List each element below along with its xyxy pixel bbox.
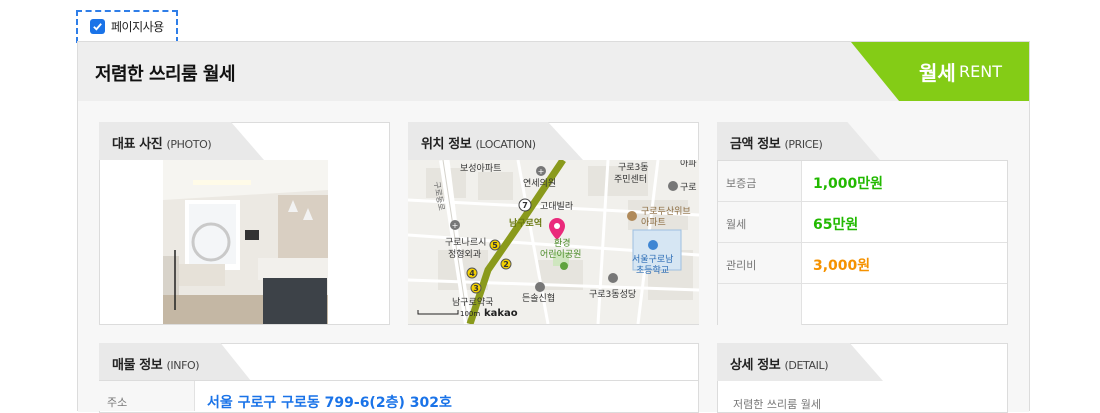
info-section-title: 매물 정보 <box>112 358 163 373</box>
svg-text:+: + <box>538 167 545 176</box>
svg-text:+: + <box>452 221 459 230</box>
svg-text:100m: 100m <box>460 310 480 318</box>
svg-text:남구로역: 남구로역 <box>509 217 542 229</box>
type-main: 월세 <box>919 61 956 85</box>
price-value: 65만원 <box>813 217 859 233</box>
type-sub: RENT <box>959 62 1002 81</box>
location-section-sub: (LOCATION) <box>475 138 537 151</box>
svg-text:구로3동: 구로3동 <box>618 162 649 173</box>
svg-text:보성아파트: 보성아파트 <box>460 163 501 174</box>
svg-text:kakao: kakao <box>484 308 518 319</box>
price-label: 월세 <box>718 202 802 242</box>
price-label: 보증금 <box>718 161 802 201</box>
listing-header: 저렴한 쓰리룸 월세 월세 RENT <box>78 42 1029 101</box>
photo-section-sub: (PHOTO) <box>166 138 212 151</box>
svg-text:어린이공원: 어린이공원 <box>540 249 581 260</box>
svg-text:아파트: 아파트 <box>641 217 666 228</box>
svg-text:주민센터: 주민센터 <box>614 174 647 185</box>
svg-text:7: 7 <box>522 201 528 210</box>
svg-text:환경: 환경 <box>554 237 571 249</box>
page-use-label: 페이지사용 <box>111 20 164 34</box>
svg-text:남구로약국: 남구로약국 <box>452 296 493 308</box>
price-row-maintenance: 관리비 3,000원 <box>718 243 1007 284</box>
svg-text:2: 2 <box>503 260 509 269</box>
svg-text:연세의원: 연세의원 <box>523 178 556 189</box>
listing-type-tag: 월세 RENT <box>851 42 1029 101</box>
listing-title: 저렴한 쓰리룸 월세 <box>95 64 236 85</box>
price-value: 3,000원 <box>813 258 871 274</box>
detail-text: 저렴한 쓰리룸 월세 <box>733 398 821 411</box>
svg-text:아파: 아파 <box>680 160 697 169</box>
svg-text:초등학교: 초등학교 <box>636 265 669 276</box>
listing-photo[interactable] <box>163 160 328 324</box>
svg-text:구로3동성당: 구로3동성당 <box>589 289 636 300</box>
svg-text:든솔신협: 든솔신협 <box>522 292 555 304</box>
location-map[interactable]: 7 5 2 4 3 + + 보성아파트 연세의원 고대빌라 구로3동 주민센터 … <box>408 160 699 324</box>
page-use-checkbox[interactable] <box>90 19 105 34</box>
address-label: 주소 <box>99 381 195 411</box>
price-table: 보증금 1,000만원 월세 65만원 관리비 3,000원 <box>717 160 1008 325</box>
price-value: 1,000만원 <box>813 176 884 192</box>
check-icon <box>93 23 102 31</box>
svg-text:3: 3 <box>473 284 479 293</box>
svg-text:서울구로남: 서울구로남 <box>632 254 673 265</box>
svg-text:구로: 구로 <box>680 182 697 193</box>
svg-text:5: 5 <box>492 241 498 250</box>
svg-text:고대빌라: 고대빌라 <box>540 201 574 212</box>
photo-section-title: 대표 사진 <box>112 137 163 152</box>
detail-section-title: 상세 정보 <box>730 358 781 373</box>
price-label: 관리비 <box>718 243 802 283</box>
address-value: 서울 구로구 구로동 799-6(2층) 302호 <box>207 395 452 411</box>
price-row-empty <box>718 284 1007 325</box>
info-section-sub: (INFO) <box>166 359 200 372</box>
svg-text:정형외과: 정형외과 <box>448 248 481 260</box>
address-row: 주소 서울 구로구 구로동 799-6(2층) 302호 <box>99 380 699 411</box>
price-section-title: 금액 정보 <box>730 137 781 152</box>
price-section-sub: (PRICE) <box>784 138 823 151</box>
price-row-monthly: 월세 65만원 <box>718 202 1007 243</box>
detail-section-sub: (DETAIL) <box>784 359 829 372</box>
svg-text:구로두산위브: 구로두산위브 <box>641 206 691 217</box>
location-section-title: 위치 정보 <box>421 137 472 152</box>
svg-text:4: 4 <box>469 269 475 278</box>
price-row-deposit: 보증금 1,000만원 <box>718 161 1007 202</box>
svg-text:구로나르시: 구로나르시 <box>445 237 486 248</box>
page-use-toggle[interactable]: 페이지사용 <box>76 10 178 43</box>
